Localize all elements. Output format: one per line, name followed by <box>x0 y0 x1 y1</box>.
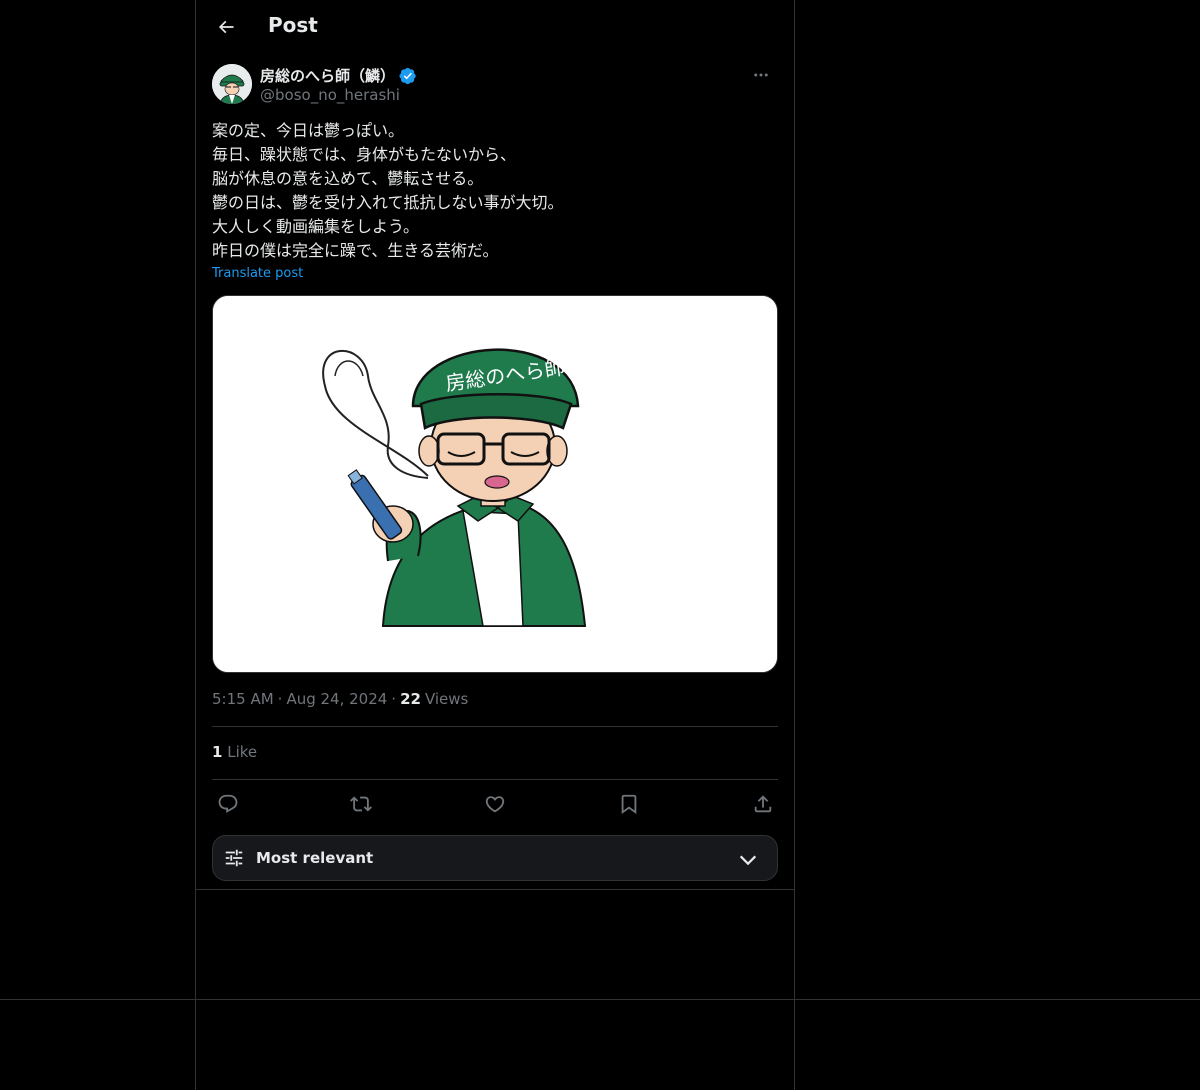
author-name-wrap: 房総のへら師（鱗） <box>260 65 417 86</box>
repost-icon <box>350 796 372 812</box>
repost-button[interactable] <box>345 788 377 820</box>
likes-divider <box>212 779 778 780</box>
thread-divider <box>196 889 794 890</box>
more-options-button[interactable] <box>744 64 778 86</box>
verified-badge-icon[interactable] <box>399 67 417 85</box>
top-bar: Post <box>196 0 794 53</box>
share-icon <box>754 795 772 813</box>
sliders-icon <box>225 849 243 867</box>
share-button[interactable] <box>747 788 779 820</box>
views-count: 22 <box>400 690 421 708</box>
post-time[interactable]: 5:15 AM <box>212 690 274 708</box>
meta-divider <box>212 726 778 727</box>
chevron-down-icon <box>739 855 757 866</box>
column-border-left <box>195 0 196 1090</box>
like-icon <box>485 796 505 813</box>
likes-summary[interactable]: 1 Like <box>212 743 257 761</box>
views-label: Views <box>424 690 469 708</box>
sort-label: Most relevant <box>256 849 374 867</box>
author-display-name[interactable]: 房総のへら師（鱗） <box>260 65 395 86</box>
likes-count: 1 <box>212 743 223 761</box>
back-button[interactable] <box>208 9 244 45</box>
page-title: Post <box>268 13 318 37</box>
more-dots-icon <box>754 73 768 77</box>
page-divider <box>0 999 1200 1000</box>
column-border-right <box>794 0 795 1090</box>
avatar[interactable] <box>212 64 252 104</box>
bookmark-icon <box>621 794 637 815</box>
post-body-text: 案の定、今日は鬱っぽい。 毎日、躁状態では、身体がもたないから、 脳が休息の意を… <box>212 121 564 260</box>
post-date[interactable]: Aug 24, 2024 <box>286 690 387 708</box>
meta-separator: · <box>391 690 397 708</box>
author-handle[interactable]: @boso_no_herashi <box>260 86 400 104</box>
meta-separator: · <box>277 690 283 708</box>
post-meta: 5:15 AM · Aug 24, 2024 · 22 Views <box>212 690 468 708</box>
reply-button[interactable] <box>212 788 244 820</box>
post-author: 房総のへら師（鱗） @boso_no_herashi <box>212 64 778 108</box>
like-button[interactable] <box>479 788 511 820</box>
reply-sort-dropdown[interactable]: Most relevant <box>212 835 778 881</box>
reply-icon <box>218 794 238 813</box>
post-image[interactable]: 房総のへら師 <box>212 295 778 673</box>
arrow-left-icon <box>218 20 234 34</box>
illustration-smoking-man: 房総のへら師 <box>213 296 777 672</box>
likes-label: Like <box>227 743 258 761</box>
action-bar <box>212 788 778 820</box>
bookmark-button[interactable] <box>613 788 645 820</box>
avatar-illustration <box>212 64 252 104</box>
translate-post-link[interactable]: Translate post <box>212 266 303 281</box>
